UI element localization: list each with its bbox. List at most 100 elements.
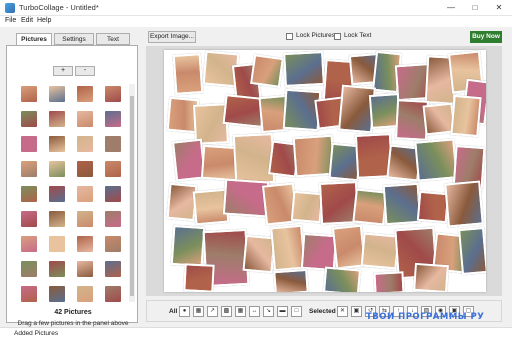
fit-icon[interactable]: ▦ [193, 306, 204, 317]
pictures-panel: + - 42 Pictures Drag a few pictures in t… [6, 45, 138, 327]
expand-icon[interactable]: ↗ [207, 306, 218, 317]
picture-thumbnail[interactable] [49, 86, 65, 102]
picture-thumbnail[interactable] [105, 236, 121, 252]
collage-photo[interactable] [183, 263, 215, 292]
scrollbar-thumb[interactable] [130, 96, 134, 296]
picture-thumbnail[interactable] [105, 161, 121, 177]
picture-thumbnail[interactable] [21, 111, 37, 127]
tab-settings[interactable]: Settings [54, 33, 94, 45]
picture-thumbnail[interactable] [21, 261, 37, 277]
picture-thumbnail[interactable] [21, 86, 37, 102]
window-title: TurboCollage - Untitled* [19, 3, 99, 12]
collage-photo[interactable] [373, 271, 405, 292]
picture-thumbnail[interactable] [105, 261, 121, 277]
app-icon [5, 3, 15, 13]
picture-thumbnail[interactable] [77, 211, 93, 227]
remove-picture-button[interactable]: - [75, 66, 95, 76]
thumbnail-scrollbar[interactable] [129, 84, 135, 302]
collage-photo[interactable] [290, 190, 324, 224]
picture-thumbnail[interactable] [105, 111, 121, 127]
collage-photo[interactable] [250, 54, 284, 88]
shrink-icon[interactable]: ↘ [263, 306, 274, 317]
picture-thumbnail[interactable] [105, 211, 121, 227]
picture-count: 42 Pictures [54, 309, 92, 316]
picture-thumbnail[interactable] [77, 261, 93, 277]
all-label: All [169, 308, 178, 315]
tiles-icon[interactable]: ▦ [235, 306, 246, 317]
picture-thumbnail[interactable] [77, 186, 93, 202]
collage-photo[interactable] [413, 262, 449, 292]
menu-bar: File Edit Help [0, 16, 512, 27]
close-button[interactable]: ✕ [490, 0, 508, 16]
collage-photo[interactable] [222, 178, 270, 218]
picture-thumbnail[interactable] [77, 286, 93, 302]
collage-photo[interactable] [450, 94, 482, 138]
collage-photo[interactable] [300, 232, 338, 272]
picture-thumbnail[interactable] [49, 111, 65, 127]
status-text: Added Pictures [14, 330, 59, 337]
shuffle-icon[interactable]: ● [179, 306, 190, 317]
stretch-icon[interactable]: ↔ [249, 306, 260, 317]
picture-thumbnail[interactable] [77, 236, 93, 252]
collage-photo[interactable] [170, 224, 206, 268]
left-panel: Pictures Settings Text + - 42 Pictures D… [6, 33, 138, 327]
thumbnail-grid [15, 84, 127, 306]
collage-photo[interactable] [360, 232, 400, 270]
canvas-area [146, 46, 502, 296]
picture-thumbnail[interactable] [21, 161, 37, 177]
watermark: ТВОИ ПРОГРАММЫ РУ [366, 312, 485, 322]
menu-file[interactable]: File [5, 17, 16, 24]
lock-pictures-label: Lock Pictures [296, 32, 336, 39]
title-bar: TurboCollage - Untitled* — □ ✕ [0, 0, 512, 16]
maximize-button[interactable]: □ [466, 0, 484, 16]
picture-thumbnail[interactable] [105, 136, 121, 152]
picture-thumbnail[interactable] [49, 286, 65, 302]
align-icon[interactable]: ▬ [277, 306, 288, 317]
lock-text-checkbox[interactable] [334, 33, 341, 40]
collage-photo[interactable] [172, 53, 204, 95]
picture-thumbnail[interactable] [49, 161, 65, 177]
picture-thumbnail[interactable] [105, 186, 121, 202]
collage-photo[interactable] [322, 266, 362, 292]
drag-hint: Drag a few pictures in the panel above [17, 320, 129, 327]
picture-thumbnail[interactable] [49, 236, 65, 252]
buy-now-button[interactable]: Buy Now [470, 31, 502, 43]
minimize-button[interactable]: — [442, 0, 460, 16]
menu-edit[interactable]: Edit [21, 17, 33, 24]
picture-thumbnail[interactable] [49, 186, 65, 202]
picture-thumbnail[interactable] [21, 236, 37, 252]
picture-thumbnail[interactable] [105, 286, 121, 302]
delete-icon[interactable]: ✕ [337, 306, 348, 317]
selected-label: Selected [309, 308, 336, 315]
add-picture-button[interactable]: + [53, 66, 73, 76]
menu-help[interactable]: Help [37, 17, 51, 24]
collage-canvas[interactable] [164, 50, 486, 292]
picture-thumbnail[interactable] [21, 186, 37, 202]
picture-thumbnail[interactable] [49, 211, 65, 227]
picture-thumbnail[interactable] [105, 86, 121, 102]
collage-photo[interactable] [414, 138, 458, 182]
collage-photo[interactable] [458, 226, 486, 276]
grid-icon[interactable]: ▩ [221, 306, 232, 317]
collage-photo[interactable] [273, 268, 309, 292]
collage-photo[interactable] [444, 180, 484, 228]
picture-thumbnail[interactable] [21, 211, 37, 227]
picture-thumbnail[interactable] [77, 86, 93, 102]
picture-thumbnail[interactable] [49, 261, 65, 277]
picture-thumbnail[interactable] [77, 161, 93, 177]
picture-thumbnail[interactable] [21, 136, 37, 152]
collage-photo[interactable] [382, 182, 422, 226]
lock-text-label: Lock Text [344, 32, 372, 39]
picture-thumbnail[interactable] [77, 136, 93, 152]
picture-thumbnail[interactable] [49, 136, 65, 152]
tab-text[interactable]: Text [96, 33, 130, 45]
image-icon[interactable]: ▣ [351, 306, 362, 317]
picture-thumbnail[interactable] [77, 111, 93, 127]
status-bar: Added Pictures [0, 327, 512, 340]
collage-photo[interactable] [283, 50, 325, 88]
top-toolbar: Export Image... Lock Pictures Lock Text … [146, 31, 502, 45]
export-image-button[interactable]: Export Image... [148, 31, 196, 43]
lock-pictures-checkbox[interactable] [286, 33, 293, 40]
picture-thumbnail[interactable] [21, 286, 37, 302]
border-icon[interactable]: □ [291, 306, 302, 317]
